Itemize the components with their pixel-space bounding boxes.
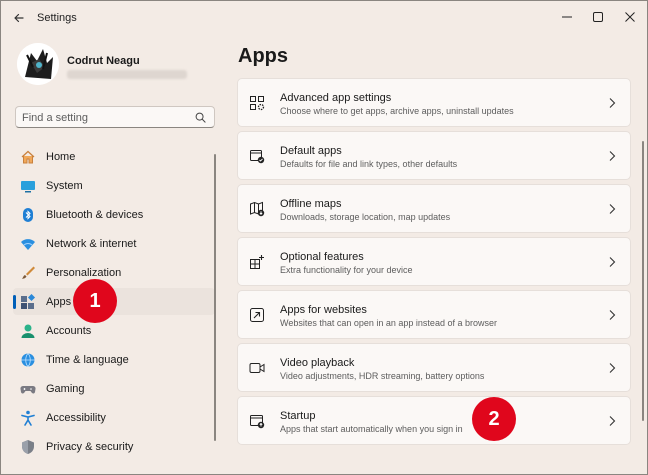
sidebar-item-accessibility[interactable]: Accessibility: [13, 404, 215, 431]
user-profile[interactable]: Codrut Neagu: [17, 43, 217, 91]
page-title: Apps: [238, 45, 288, 67]
sidebar-item-network[interactable]: Network & internet: [13, 230, 215, 257]
user-name: Codrut Neagu: [67, 55, 140, 67]
chevron-right-icon: [609, 310, 616, 320]
card-subtitle: Choose where to get apps, archive apps, …: [280, 106, 514, 116]
close-button[interactable]: [620, 7, 640, 27]
startup-icon: [250, 415, 265, 429]
back-arrow-icon: [14, 13, 24, 23]
default-apps-card[interactable]: Default apps Defaults for file and link …: [237, 131, 631, 180]
sidebar-item-personalization[interactable]: Personalization: [13, 259, 215, 286]
bluetooth-icon: [20, 207, 36, 223]
sidebar-item-label: Time & language: [46, 354, 129, 366]
sidebar-item-label: Accessibility: [46, 412, 106, 424]
search-icon: [195, 112, 206, 123]
title-bar: Settings: [1, 1, 647, 35]
search-box[interactable]: [15, 106, 215, 128]
sidebar-item-privacy-security[interactable]: Privacy & security: [13, 433, 215, 460]
video-playback-card[interactable]: Video playback Video adjustments, HDR st…: [237, 343, 631, 392]
card-title: Advanced app settings: [280, 92, 392, 104]
card-title: Startup: [280, 410, 316, 422]
sidebar-item-label: Privacy & security: [46, 441, 134, 453]
sidebar-item-label: Apps: [46, 296, 72, 308]
advanced-app-settings-card[interactable]: Advanced app settings Choose where to ge…: [237, 78, 631, 127]
sidebar-item-label: Bluetooth & devices: [46, 209, 144, 221]
sidebar-item-bluetooth[interactable]: Bluetooth & devices: [13, 201, 215, 228]
sidebar-item-home[interactable]: Home: [13, 143, 215, 170]
settings-window: Settings Codrut Neagu Find a setting Hom…: [0, 0, 648, 475]
card-subtitle: Downloads, storage location, map updates: [280, 212, 451, 222]
sidebar-item-label: Accounts: [46, 325, 92, 337]
chevron-right-icon: [609, 416, 616, 426]
card-subtitle: Apps that start automatically when you s…: [280, 424, 463, 434]
card-title: Default apps: [280, 145, 342, 157]
card-title: Optional features: [280, 251, 364, 263]
sidebar-item-accounts[interactable]: Accounts: [13, 317, 215, 344]
sidebar-item-label: Gaming: [46, 383, 85, 395]
minimize-icon: [562, 16, 572, 18]
chevron-right-icon: [609, 151, 616, 161]
card-title: Apps for websites: [280, 304, 367, 316]
sidebar-scrollbar[interactable]: [214, 154, 216, 441]
optional-features-icon: [250, 255, 264, 269]
apps-icon: [20, 294, 36, 310]
default-apps-icon: [250, 150, 265, 164]
maximize-icon: [593, 12, 603, 22]
step-badge-1: 1: [73, 279, 117, 323]
card-subtitle: Extra functionality for your device: [280, 265, 413, 275]
video-icon: [249, 363, 265, 373]
globe-icon: [20, 352, 36, 368]
close-icon: [625, 12, 635, 22]
offline-maps-card[interactable]: Offline maps Downloads, storage location…: [237, 184, 631, 233]
sidebar-item-label: Home: [46, 151, 76, 163]
apps-for-websites-card[interactable]: Apps for websites Websites that can open…: [237, 290, 631, 339]
wifi-icon: [20, 236, 36, 252]
person-icon: [20, 323, 36, 339]
system-icon: [20, 178, 36, 194]
sidebar-item-gaming[interactable]: Gaming: [13, 375, 215, 402]
sidebar-item-label: Network & internet: [46, 238, 137, 250]
card-title: Offline maps: [280, 198, 342, 210]
open-in-app-icon: [250, 308, 264, 322]
brush-icon: [20, 265, 36, 281]
startup-card[interactable]: Startup Apps that start automatically wh…: [237, 396, 631, 445]
chevron-right-icon: [609, 204, 616, 214]
back-button[interactable]: [11, 10, 27, 26]
user-email-blurred: [67, 70, 187, 79]
maximize-button[interactable]: [588, 7, 608, 27]
sidebar-item-system[interactable]: System: [13, 172, 215, 199]
app-settings-icon: [250, 96, 265, 111]
card-subtitle: Video adjustments, HDR streaming, batter…: [280, 371, 485, 381]
card-subtitle: Websites that can open in an app instead…: [280, 318, 497, 328]
chevron-right-icon: [609, 363, 616, 373]
gamepad-icon: [20, 381, 36, 397]
map-icon: [250, 201, 265, 217]
avatar: [17, 43, 59, 85]
sidebar-item-label: System: [46, 180, 83, 192]
search-input[interactable]: [22, 110, 192, 125]
card-title: Video playback: [280, 357, 355, 369]
minimize-button[interactable]: [557, 7, 577, 27]
card-subtitle: Defaults for file and link types, other …: [280, 159, 458, 169]
window-title: Settings: [37, 12, 77, 24]
optional-features-card[interactable]: Optional features Extra functionality fo…: [237, 237, 631, 286]
sidebar-item-label: Personalization: [46, 267, 122, 279]
avatar-image-icon: [17, 43, 59, 85]
settings-list: Advanced app settings Choose where to ge…: [237, 78, 631, 449]
sidebar-item-time-language[interactable]: Time & language: [13, 346, 215, 373]
chevron-right-icon: [609, 257, 616, 267]
home-icon: [20, 149, 36, 165]
selection-indicator: [13, 295, 16, 309]
accessibility-icon: [20, 410, 36, 426]
step-badge-2: 2: [472, 397, 516, 441]
chevron-right-icon: [609, 98, 616, 108]
shield-icon: [20, 439, 36, 455]
content-scrollbar[interactable]: [642, 141, 644, 421]
